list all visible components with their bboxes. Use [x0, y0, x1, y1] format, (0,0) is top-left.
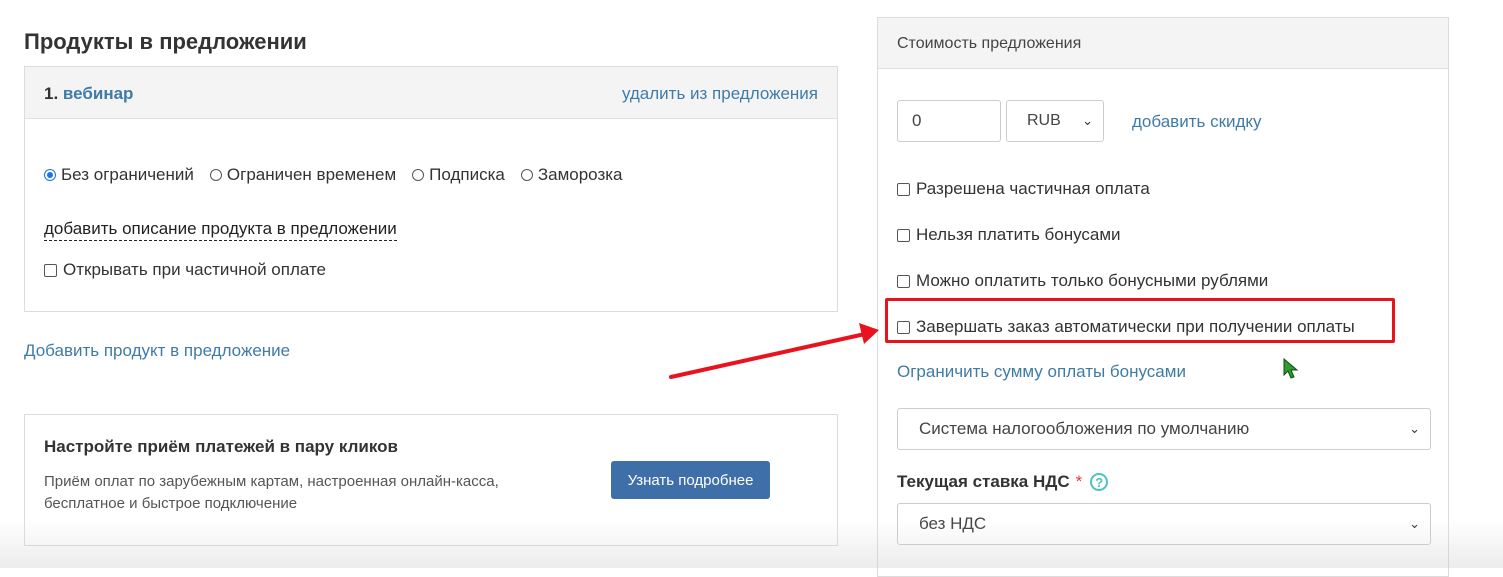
panel-header: Стоимость предложения [878, 18, 1448, 69]
radio-button[interactable] [412, 169, 425, 181]
help-icon[interactable]: ? [1090, 473, 1109, 491]
radio-button[interactable] [520, 169, 533, 181]
checkbox[interactable] [897, 274, 910, 288]
product-title: 1. вебинар [44, 84, 133, 104]
panel-title: Стоимость предложения [897, 35, 1082, 52]
annotation-arrow-icon [669, 323, 879, 379]
radio-label: Без ограничений [61, 165, 194, 184]
vat-rate-value: без НДС [919, 514, 987, 533]
checkbox[interactable] [897, 182, 910, 196]
radio-label: Заморозка [537, 165, 623, 184]
radio-label: Ограничен временем [226, 165, 397, 184]
tax-system-value: Система налогообложения по умолчанию [919, 419, 1250, 438]
radio-unlimited[interactable]: Без ограничений [44, 165, 194, 185]
product-header: 1. вебинар удалить из предложения [25, 67, 837, 119]
radio-time-limited[interactable]: Ограничен временем [209, 165, 397, 185]
checkbox[interactable] [44, 263, 57, 277]
currency-value: RUB [1027, 112, 1061, 129]
chevron-down-icon: ⌄ [1409, 421, 1420, 436]
chevron-down-icon: ⌄ [1409, 516, 1420, 531]
product-number: 1. [44, 84, 59, 103]
tax-system-select[interactable]: Система налогообложения по умолчанию ⌄ [897, 408, 1431, 450]
radio-button[interactable] [44, 169, 56, 181]
checkbox-label: Можно оплатить только бонусными рублями [916, 271, 1269, 290]
checkbox[interactable] [897, 228, 910, 242]
radio-freeze[interactable]: Заморозка [520, 165, 623, 185]
promo-title: Настройте приём платежей в пару кликов [44, 437, 398, 456]
open-on-partial-payment-checkbox[interactable]: Открывать при частичной оплате [44, 260, 326, 280]
section-title: Продукты в предложении [24, 29, 307, 54]
chevron-down-icon: ⌄ [1082, 113, 1093, 128]
add-discount-link[interactable]: добавить скидку [1132, 112, 1262, 132]
radio-subscription[interactable]: Подписка [412, 165, 505, 185]
add-product-link[interactable]: Добавить продукт в предложение [24, 341, 290, 361]
remove-product-link[interactable]: удалить из предложения [622, 84, 818, 104]
payments-promo-card: Настройте приём платежей в пару кликов П… [24, 414, 838, 546]
vat-rate-select[interactable]: без НДС ⌄ [897, 503, 1431, 545]
bonus-only-checkbox[interactable]: Можно оплатить только бонусными рублями [897, 271, 1268, 291]
offer-price-panel: Стоимость предложения RUB ⌄ добавить ски… [877, 17, 1449, 577]
vat-label: Текущая ставка НДС * ? [897, 472, 1109, 492]
highlight-box [885, 298, 1395, 343]
access-type-radio-group: Без ограничений Ограничен временем Подпи… [44, 165, 639, 185]
promo-text: Приём оплат по зарубежным картам, настро… [44, 473, 499, 512]
radio-label: Подписка [429, 165, 505, 184]
no-bonus-payment-checkbox[interactable]: Нельзя платить бонусами [897, 225, 1121, 245]
required-mark: * [1075, 472, 1083, 491]
currency-select[interactable]: RUB ⌄ [1006, 100, 1104, 142]
product-name-link[interactable]: вебинар [63, 84, 134, 103]
checkbox-label: Открывать при частичной оплате [63, 260, 327, 279]
vat-label-text: Текущая ставка НДС [897, 472, 1070, 491]
learn-more-button[interactable]: Узнать подробнее [611, 461, 770, 499]
product-card: 1. вебинар удалить из предложения Без ог… [24, 66, 838, 312]
price-input[interactable] [897, 100, 1001, 142]
checkbox-label: Нельзя платить бонусами [916, 225, 1121, 244]
add-description-link[interactable]: добавить описание продукта в предложении [44, 219, 397, 241]
partial-payment-checkbox[interactable]: Разрешена частичная оплата [897, 179, 1150, 199]
checkbox-label: Разрешена частичная оплата [916, 179, 1150, 198]
radio-button[interactable] [209, 169, 222, 181]
mouse-cursor-icon [1283, 358, 1299, 379]
limit-bonus-amount-link[interactable]: Ограничить сумму оплаты бонусами [897, 362, 1186, 382]
